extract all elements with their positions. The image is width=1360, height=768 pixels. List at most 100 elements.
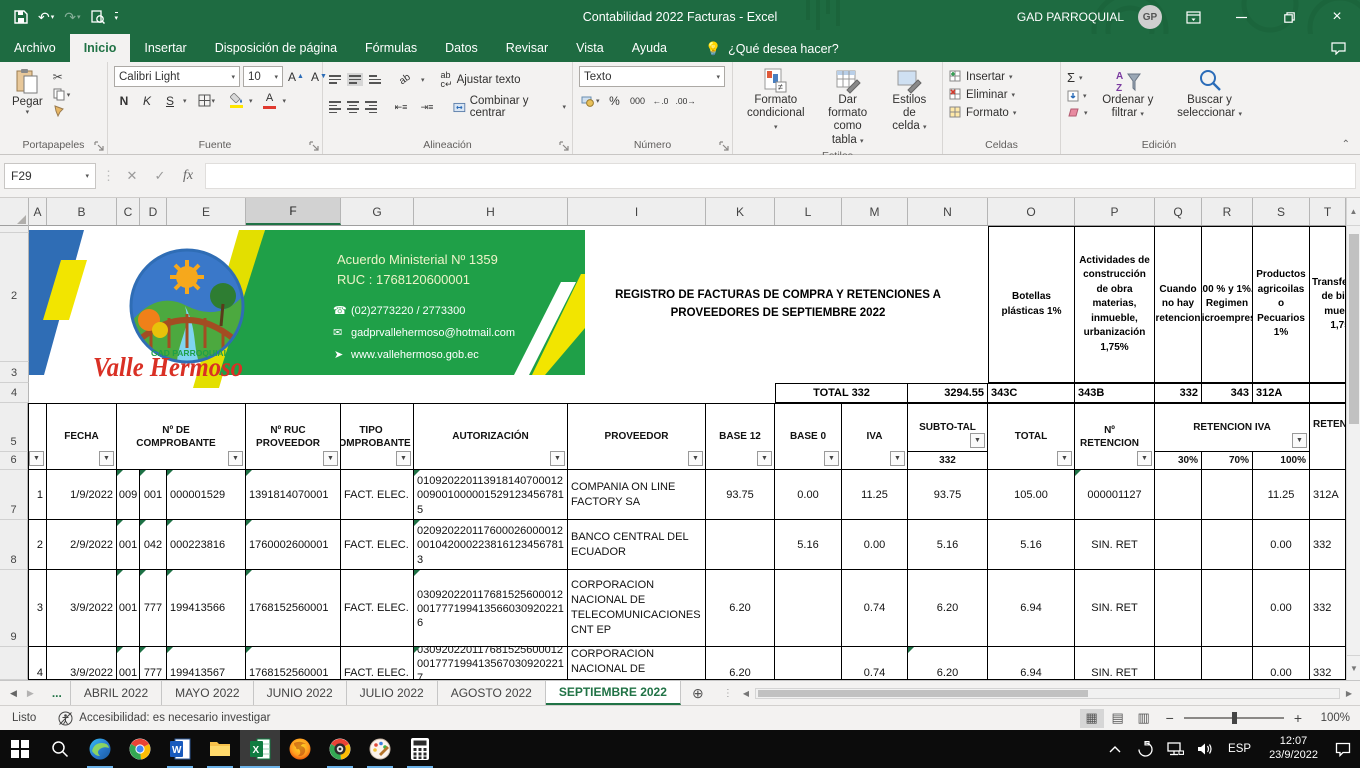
- cell-iva[interactable]: 11.25: [842, 470, 908, 520]
- cell-ret100[interactable]: 0.00: [1253, 520, 1310, 570]
- increase-indent-icon[interactable]: ⇥≡: [417, 97, 437, 118]
- undo-icon[interactable]: ↶▾: [38, 9, 54, 26]
- align-right-icon[interactable]: [365, 101, 377, 113]
- col-header-s[interactable]: S: [1253, 198, 1310, 225]
- ribbon-display-options-icon[interactable]: [1176, 0, 1210, 34]
- institution-banner-image[interactable]: Valle Hermoso GAD PARROQUIAL Acuerdo Min…: [29, 230, 585, 390]
- cell-ret-t[interactable]: 332: [1310, 570, 1346, 647]
- conditional-formatting-button[interactable]: ≠ Formato condicional ▾: [739, 66, 813, 136]
- cell-tipo[interactable]: FACT. ELEC.: [341, 647, 414, 680]
- hscroll-left-icon[interactable]: ◀: [739, 689, 753, 698]
- cell-fecha[interactable]: 2/9/2022: [47, 520, 117, 570]
- row-header-10[interactable]: [0, 647, 28, 680]
- header-base12[interactable]: BASE 12▼: [706, 403, 775, 470]
- row-header-3[interactable]: 3: [0, 362, 29, 383]
- col-header-d[interactable]: D: [140, 198, 167, 225]
- cell-base12[interactable]: [706, 520, 775, 570]
- cell-tipo[interactable]: FACT. ELEC.: [341, 470, 414, 520]
- find-select-button[interactable]: Buscar y seleccionar ▾: [1168, 68, 1251, 120]
- paste-dropdown[interactable]: ▾: [26, 109, 30, 117]
- cell-num[interactable]: 4: [29, 647, 47, 680]
- col-header-i[interactable]: I: [568, 198, 706, 225]
- format-cells-button[interactable]: Formato▾: [949, 106, 1016, 119]
- conditional-formatting-dropdown[interactable]: ▾: [774, 124, 778, 131]
- action-center-icon[interactable]: [1330, 730, 1356, 768]
- cell-ret100[interactable]: 0.00: [1253, 647, 1310, 680]
- decrease-decimal-icon[interactable]: .00→: [674, 90, 698, 111]
- header-base0[interactable]: BASE 0▼: [775, 403, 842, 470]
- header-ret-t[interactable]: RETENCION: [1310, 403, 1346, 470]
- sheet-tab-overflow[interactable]: ...: [44, 681, 71, 705]
- format-as-table-dropdown[interactable]: ▾: [860, 138, 864, 145]
- cell-ret30[interactable]: [1155, 647, 1202, 680]
- format-painter-icon[interactable]: [53, 105, 71, 117]
- header-subtotal[interactable]: SUBTO-TAL▼: [908, 403, 988, 452]
- cell-punto[interactable]: 001: [140, 470, 167, 520]
- sheet-tab-abril[interactable]: ABRIL 2022: [71, 681, 162, 705]
- formula-input[interactable]: [205, 163, 1356, 189]
- row-header-5[interactable]: 5: [0, 403, 28, 452]
- col-header-g[interactable]: G: [341, 198, 414, 225]
- page-layout-view-icon[interactable]: ▤: [1106, 709, 1130, 728]
- cell-num-retencion[interactable]: 000001127: [1075, 470, 1155, 520]
- delete-cells-button[interactable]: Eliminar▾: [949, 88, 1016, 101]
- close-button[interactable]: ×: [1320, 0, 1354, 34]
- header-index[interactable]: ▼: [29, 403, 47, 470]
- align-middle-icon[interactable]: [347, 73, 363, 86]
- number-format-combo[interactable]: Texto▾: [579, 66, 725, 87]
- header-comprobante[interactable]: Nº DE COMPROBANTE▼: [117, 403, 246, 470]
- cell-total-sum[interactable]: 3294.55: [908, 383, 988, 403]
- tell-me-search[interactable]: 💡 ¿Qué desea hacer?: [705, 41, 839, 62]
- header-ruc-proveedor[interactable]: Nº RUC PROVEEDOR▼: [246, 403, 341, 470]
- cell-ruc[interactable]: 1768152560001: [246, 570, 341, 647]
- cell-ret-t[interactable]: 312A: [1310, 470, 1346, 520]
- sheet-nav-right-icon[interactable]: ▶: [27, 688, 34, 699]
- minimize-button[interactable]: [1224, 0, 1258, 34]
- hscroll-right-icon[interactable]: ▶: [1342, 689, 1356, 698]
- autosum-button[interactable]: Σ▾: [1067, 70, 1088, 85]
- filter-dropdown[interactable]: ▼: [970, 433, 985, 448]
- header-autorizacion[interactable]: AUTORIZACIÓN▼: [414, 403, 568, 470]
- col-header-a[interactable]: A: [29, 198, 47, 225]
- filter-dropdown[interactable]: ▼: [396, 451, 411, 466]
- cell-num[interactable]: 1: [29, 470, 47, 520]
- header-total[interactable]: TOTAL▼: [988, 403, 1075, 470]
- normal-view-icon[interactable]: ▦: [1080, 709, 1104, 728]
- cell-subtotal[interactable]: 5.16: [908, 520, 988, 570]
- side-header-s[interactable]: Productos agricoilas o Pecuarios 1%: [1253, 226, 1310, 383]
- cell-ret30[interactable]: [1155, 520, 1202, 570]
- filter-dropdown[interactable]: ▼: [1057, 451, 1072, 466]
- borders-icon[interactable]: ▾: [196, 90, 218, 111]
- cell-subtotal[interactable]: 93.75: [908, 470, 988, 520]
- cell-num-retencion[interactable]: SIN. RET: [1075, 520, 1155, 570]
- cell-num[interactable]: 2: [29, 520, 47, 570]
- paste-button[interactable]: Pegar ▾: [6, 66, 49, 119]
- wrap-text-button[interactable]: abc↵ Ajustar texto: [441, 71, 521, 89]
- cell-secuencial[interactable]: 000223816: [167, 520, 246, 570]
- filter-dropdown[interactable]: ▼: [688, 451, 703, 466]
- cell-tipo[interactable]: FACT. ELEC.: [341, 570, 414, 647]
- account-name[interactable]: GAD PARROQUIAL: [1017, 10, 1124, 24]
- header-tipo[interactable]: TIPO COMPROBANTE▼: [341, 403, 414, 470]
- sheet-tab-septiembre[interactable]: SEPTIEMBRE 2022: [546, 681, 681, 705]
- cell-tipo[interactable]: FACT. ELEC.: [341, 520, 414, 570]
- cell-proveedor[interactable]: CORPORACION NACIONAL DE TELECOMUNICACION…: [568, 570, 706, 647]
- cell-styles-dropdown[interactable]: ▾: [923, 124, 927, 131]
- alignment-dialog-launcher[interactable]: [559, 141, 570, 152]
- cell-punto[interactable]: 777: [140, 647, 167, 680]
- align-bottom-icon[interactable]: [369, 75, 381, 84]
- cell-num-retencion[interactable]: SIN. RET: [1075, 647, 1155, 680]
- fill-button[interactable]: ▾: [1067, 90, 1088, 102]
- tab-ayuda[interactable]: Ayuda: [618, 34, 681, 62]
- taskbar-paint[interactable]: [360, 730, 400, 768]
- cell-base12[interactable]: 6.20: [706, 570, 775, 647]
- redo-icon[interactable]: ↷▾: [64, 9, 80, 26]
- cut-icon[interactable]: ✂: [53, 70, 71, 84]
- cell-ret70[interactable]: [1202, 470, 1253, 520]
- insert-function-icon[interactable]: fx: [177, 168, 199, 184]
- tab-datos[interactable]: Datos: [431, 34, 492, 62]
- header-proveedor[interactable]: PROVEEDOR▼: [568, 403, 706, 470]
- decrease-indent-icon[interactable]: ⇤≡: [391, 97, 411, 118]
- format-as-table-button[interactable]: Dar formato como tabla ▾: [813, 66, 883, 149]
- filter-dropdown[interactable]: ▼: [1137, 451, 1152, 466]
